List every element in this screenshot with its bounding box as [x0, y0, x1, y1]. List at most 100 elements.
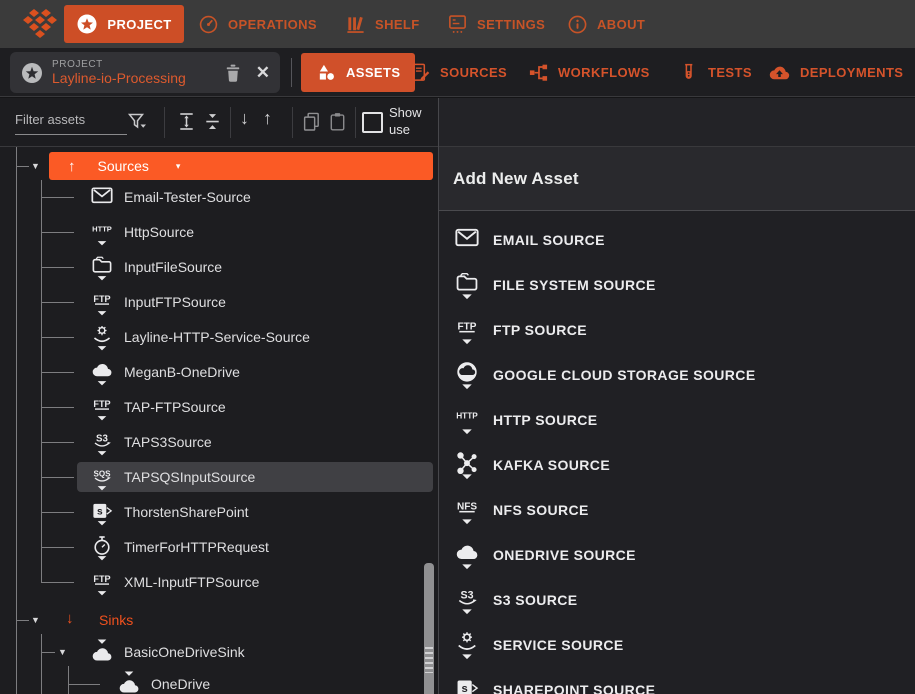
- collapse-all-icon[interactable]: [202, 111, 223, 132]
- assets-shapes-icon: [316, 62, 337, 83]
- right-panel-top-strip: [439, 98, 915, 147]
- sources-expander-icon[interactable]: ▼: [31, 162, 40, 171]
- asset-type-onedrive-source[interactable]: ONEDRIVE SOURCE: [439, 533, 915, 578]
- service-icon: [452, 630, 482, 661]
- onedrive-sink-icon: [90, 639, 114, 667]
- ftp-icon: FTP: [90, 569, 114, 597]
- sources-group-header[interactable]: ↑ Sources ▾: [49, 152, 433, 180]
- sources-caret-icon: ▾: [176, 161, 181, 172]
- tree-item-meganb-onedrive[interactable]: MeganB-OneDrive: [0, 357, 438, 387]
- svg-text:s: s: [97, 507, 103, 518]
- timer-icon: [90, 534, 114, 562]
- toolbar-divider: [292, 107, 293, 138]
- tree-toolbar: ↓ ↑ Show use: [0, 98, 438, 147]
- ftp-icon: FTP: [90, 394, 114, 422]
- cloud-upload-icon: [768, 62, 791, 83]
- tree-item-label: XML-InputFTPSource: [124, 574, 259, 590]
- svg-text:S3: S3: [96, 433, 108, 444]
- asset-type-sharepoint-source[interactable]: sSHAREPOINT SOURCE: [439, 668, 915, 694]
- file-icon: [452, 270, 482, 301]
- open-project-chip[interactable]: PROJECT Layline-io-Processing ✕: [10, 52, 280, 93]
- tree-item-thorstensharepoint[interactable]: s ThorstenSharePoint: [0, 497, 438, 527]
- tree-item-onedrive[interactable]: OneDrive: [0, 669, 438, 694]
- asset-type-s3-source[interactable]: S3S3 SOURCE: [439, 578, 915, 623]
- project-tab-bar: PROJECT Layline-io-Processing ✕ ASSETSSO…: [0, 48, 915, 97]
- asset-type-google-cloud-storage-source[interactable]: GOOGLE CLOUD STORAGE SOURCE: [439, 353, 915, 398]
- nfs-icon: NFS: [452, 495, 482, 526]
- nav-settings[interactable]: SETTINGS: [447, 0, 545, 48]
- nav-project[interactable]: PROJECT: [64, 5, 184, 43]
- tree-item-timerforhttprequest[interactable]: TimerForHTTPRequest: [0, 532, 438, 562]
- asset-type-service-source[interactable]: SERVICE SOURCE: [439, 623, 915, 668]
- tab-tests[interactable]: TESTS: [678, 48, 752, 97]
- asset-type-ftp-source[interactable]: FTPFTP SOURCE: [439, 308, 915, 353]
- tree-item-label: InputFileSource: [124, 259, 222, 275]
- tree-item-layline-http-service-source[interactable]: Layline-HTTP-Service-Source: [0, 322, 438, 352]
- nav-label: SETTINGS: [477, 17, 545, 32]
- asset-type-list: EMAIL SOURCE FILE SYSTEM SOURCE FTPFTP SOU…: [439, 211, 915, 694]
- tree-item-label: ThorstenSharePoint: [124, 504, 249, 520]
- settings-window-icon: [447, 13, 468, 35]
- asset-type-label: SHAREPOINT SOURCE: [493, 682, 655, 694]
- tree-item-email-tester-source[interactable]: Email-Tester-Source: [0, 182, 438, 212]
- sinks-group-header[interactable]: ↓ Sinks: [0, 605, 438, 635]
- copy-icon[interactable]: [301, 111, 322, 133]
- top-app-bar: PROJECT OPERATIONS SHELF SETTINGS ABOUT: [0, 0, 915, 48]
- nav-label: PROJECT: [107, 17, 171, 32]
- move-up-icon[interactable]: ↑: [263, 108, 272, 129]
- tree-item-inputfilesource[interactable]: InputFileSource: [0, 252, 438, 282]
- expand-all-icon[interactable]: [176, 111, 197, 132]
- http-icon: HTTP: [90, 219, 114, 247]
- filter-assets-input[interactable]: [15, 108, 127, 135]
- nav-label: ABOUT: [597, 17, 645, 32]
- svg-text:NFS: NFS: [457, 501, 477, 512]
- nav-about[interactable]: ABOUT: [567, 0, 645, 48]
- tab-bar-divider: [291, 58, 292, 87]
- project-star-icon: [21, 62, 43, 84]
- tree-item-httpsource[interactable]: HTTP HttpSource: [0, 217, 438, 247]
- layline-logo-icon[interactable]: [21, 6, 59, 47]
- tree-item-label: TAP-FTPSource: [124, 399, 226, 415]
- asset-type-file-system-source[interactable]: FILE SYSTEM SOURCE: [439, 263, 915, 308]
- tab-deployments[interactable]: DEPLOYMENTS: [768, 48, 903, 97]
- nav-shelf[interactable]: SHELF: [345, 0, 420, 48]
- tree-item-tapsqsinputsource[interactable]: SQSTAPSQSInputSource: [0, 462, 438, 492]
- asset-type-email-source[interactable]: EMAIL SOURCE: [439, 218, 915, 263]
- tab-label: DEPLOYMENTS: [800, 65, 903, 80]
- tree-item-inputftpsource[interactable]: FTPInputFTPSource: [0, 287, 438, 317]
- svg-text:FTP: FTP: [93, 294, 110, 304]
- branch-icon: [528, 62, 549, 83]
- tab-workflows[interactable]: WORKFLOWS: [528, 48, 650, 97]
- tree-item-xml-inputftpsource[interactable]: FTP XML-InputFTPSource: [0, 567, 438, 597]
- asset-type-nfs-source[interactable]: NFSNFS SOURCE: [439, 488, 915, 533]
- project-chip-value: Layline-io-Processing: [52, 70, 186, 86]
- asset-type-label: SERVICE SOURCE: [493, 637, 624, 653]
- sources-group-label: Sources: [98, 158, 149, 174]
- svg-text:FTP: FTP: [458, 321, 477, 332]
- nav-operations[interactable]: OPERATIONS: [198, 0, 317, 48]
- asset-type-http-source[interactable]: HTTP HTTP SOURCE: [439, 398, 915, 443]
- onedrive-icon: [90, 359, 114, 387]
- asset-type-label: HTTP SOURCE: [493, 412, 598, 428]
- show-use-checkbox[interactable]: [362, 112, 383, 133]
- svg-text:HTTP: HTTP: [456, 411, 478, 420]
- asset-type-label: FILE SYSTEM SOURCE: [493, 277, 656, 293]
- move-down-icon[interactable]: ↓: [240, 108, 249, 129]
- tab-sources[interactable]: SOURCES: [410, 48, 507, 97]
- ftp-icon: FTP: [452, 315, 482, 346]
- filter-funnel-icon[interactable]: [126, 111, 148, 132]
- delete-project-icon[interactable]: [222, 62, 244, 84]
- star-badge-icon: [76, 13, 98, 35]
- scrollbar-grip: [425, 647, 433, 673]
- tree-item-label: OneDrive: [151, 676, 210, 692]
- close-project-icon[interactable]: ✕: [256, 63, 270, 83]
- tree-item-tap-ftpsource[interactable]: FTP TAP-FTPSource: [0, 392, 438, 422]
- tree-scrollbar-thumb[interactable]: [424, 563, 434, 694]
- tree-item-label: HttpSource: [124, 224, 194, 240]
- asset-type-kafka-source[interactable]: KAFKA SOURCE: [439, 443, 915, 488]
- tab-assets[interactable]: ASSETS: [301, 53, 415, 92]
- tree-item-taps3source[interactable]: S3TAPS3Source: [0, 427, 438, 457]
- svg-text:S3: S3: [461, 589, 474, 601]
- paste-icon[interactable]: [327, 111, 348, 133]
- tree-item-basiconedrivesink[interactable]: BasicOneDriveSink: [0, 637, 438, 667]
